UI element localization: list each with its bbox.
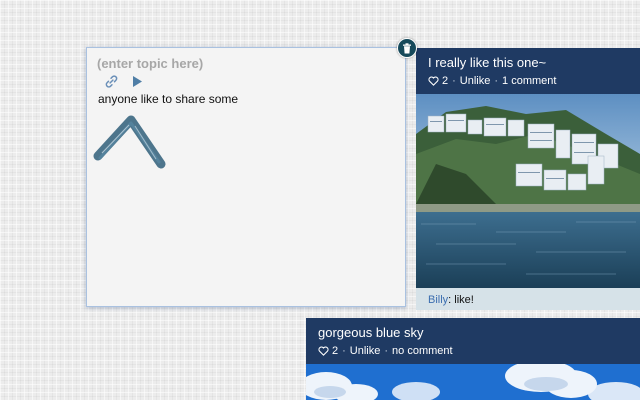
topic-input[interactable]	[97, 56, 377, 71]
meta-separator: ·	[494, 75, 499, 87]
heart-icon[interactable]	[318, 346, 329, 356]
post-photo-coastal-buildings[interactable]	[416, 94, 640, 288]
meta-separator: ·	[384, 345, 389, 357]
post-header: gorgeous blue sky 2 · Unlike · no commen…	[306, 318, 640, 364]
post-header: I really like this one~ 2 · Unlike · 1 c…	[416, 48, 640, 94]
post-card: I really like this one~ 2 · Unlike · 1 c…	[416, 48, 640, 310]
post-meta: 2 · Unlike · no comment	[318, 345, 628, 357]
heart-icon[interactable]	[428, 76, 439, 86]
post-photo-blue-sky[interactable]	[306, 364, 640, 400]
delete-button[interactable]	[397, 38, 417, 58]
post-meta: 2 · Unlike · 1 comment	[428, 75, 628, 87]
trash-icon	[403, 42, 411, 53]
unlike-link[interactable]: Unlike	[460, 75, 491, 87]
compose-toolbar	[103, 73, 145, 89]
meta-separator: ·	[342, 345, 346, 357]
post-title: I really like this one~	[428, 55, 547, 70]
play-icon[interactable]	[129, 73, 145, 89]
comments-link[interactable]: no comment	[392, 345, 453, 357]
post-title: gorgeous blue sky	[318, 325, 424, 340]
like-count: 2	[442, 75, 449, 87]
like-count: 2	[332, 345, 339, 357]
unlike-link[interactable]: Unlike	[350, 345, 381, 357]
comment-row: Billy: like!	[416, 290, 640, 310]
caret-sketch-drawing	[93, 115, 166, 169]
post-body-text[interactable]: anyone like to share some	[98, 92, 238, 106]
meta-separator: ·	[452, 75, 456, 87]
comment-author[interactable]: Billy	[428, 294, 448, 306]
compose-card: anyone like to share some	[86, 47, 406, 307]
comment-text: : like!	[448, 294, 474, 306]
link-icon[interactable]	[103, 73, 119, 89]
comments-link[interactable]: 1 comment	[502, 75, 556, 87]
post-card: gorgeous blue sky 2 · Unlike · no commen…	[306, 318, 640, 400]
